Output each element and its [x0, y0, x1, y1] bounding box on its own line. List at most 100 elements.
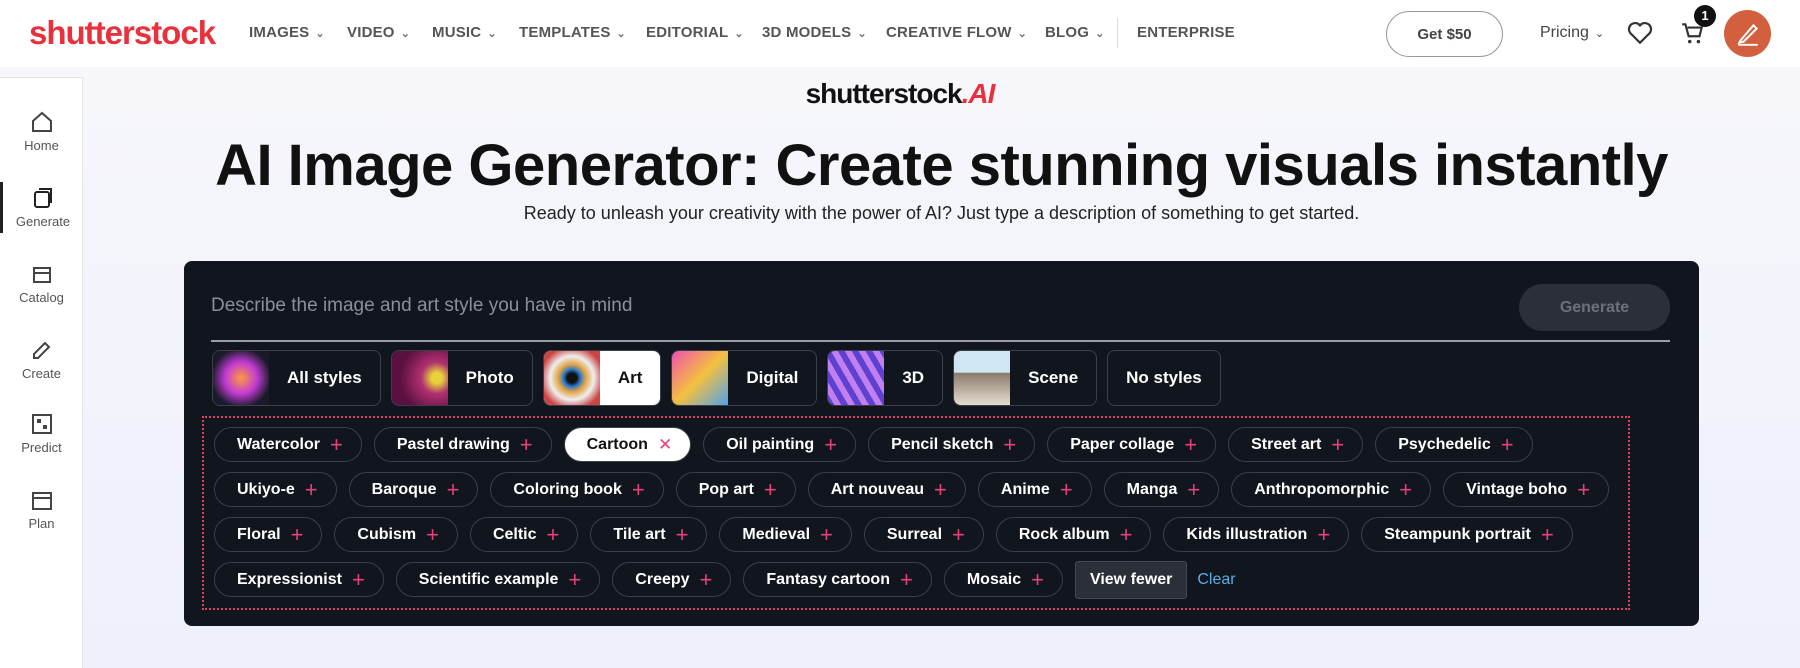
- plus-icon[interactable]: +: [1187, 477, 1200, 503]
- plus-icon[interactable]: +: [952, 522, 965, 548]
- pricing-menu[interactable]: Pricing ⌄: [1540, 24, 1604, 42]
- style-tag-chip[interactable]: Anime +: [977, 472, 1092, 507]
- get-50-button[interactable]: Get $50: [1386, 11, 1503, 57]
- nav-blog[interactable]: BLOG ⌄: [1045, 24, 1105, 41]
- style-tag-chip[interactable]: Floral +: [214, 517, 323, 552]
- nav-enterprise[interactable]: ENTERPRISE: [1137, 24, 1235, 41]
- plus-icon[interactable]: +: [632, 477, 645, 503]
- style-tag-chip[interactable]: Surreal +: [863, 517, 984, 552]
- prompt-input[interactable]: [211, 295, 1511, 317]
- user-avatar[interactable]: [1724, 10, 1771, 57]
- plus-icon[interactable]: +: [934, 477, 947, 503]
- close-icon[interactable]: ✕: [658, 435, 672, 455]
- style-tag-chip[interactable]: Ukiyo-e +: [214, 472, 337, 507]
- plus-icon[interactable]: +: [1031, 567, 1044, 593]
- sidebar-item-plan[interactable]: Plan: [0, 488, 83, 531]
- style-tag-chip[interactable]: Cubism +: [334, 517, 458, 552]
- sidebar-item-create[interactable]: Create: [0, 338, 83, 381]
- style-label: No styles: [1126, 368, 1202, 387]
- sidebar-item-predict[interactable]: Predict: [0, 412, 83, 455]
- chevron-down-icon: ⌄: [315, 28, 325, 40]
- plus-icon[interactable]: +: [568, 567, 581, 593]
- style-tag-chip[interactable]: Pencil sketch +: [868, 427, 1036, 462]
- plus-icon[interactable]: +: [1399, 477, 1412, 503]
- nav-music[interactable]: MUSIC ⌄: [432, 24, 497, 41]
- tag-label: Surreal: [886, 525, 943, 543]
- style-tag-chip[interactable]: Kids illustration +: [1163, 517, 1350, 552]
- plus-icon[interactable]: +: [520, 432, 533, 458]
- style-tag-chip[interactable]: Baroque +: [348, 472, 479, 507]
- clear-link[interactable]: Clear: [1197, 571, 1235, 589]
- sidebar-item-generate[interactable]: Generate: [0, 182, 83, 233]
- style-tag-chip[interactable]: Oil painting +: [703, 427, 857, 462]
- style-tag-chip[interactable]: Psychedelic +: [1375, 427, 1533, 462]
- style-card-scene[interactable]: Scene: [953, 350, 1098, 406]
- style-tag-chip[interactable]: Watercolor +: [214, 427, 362, 462]
- style-tag-chip[interactable]: Expressionist +: [214, 562, 384, 597]
- tag-label: Oil painting: [726, 435, 815, 453]
- nav-images[interactable]: IMAGES ⌄: [249, 24, 325, 41]
- plus-icon[interactable]: +: [352, 567, 365, 593]
- plus-icon[interactable]: +: [291, 522, 304, 548]
- style-card-art[interactable]: Art: [542, 350, 662, 406]
- plus-icon[interactable]: +: [824, 432, 837, 458]
- style-tag-chip[interactable]: Cartoon ✕: [563, 427, 692, 462]
- style-tag-chip[interactable]: Paper collage +: [1047, 427, 1217, 462]
- sidebar-item-home[interactable]: Home: [0, 110, 83, 153]
- style-card-no-styles[interactable]: No styles: [1107, 350, 1221, 406]
- sidebar-item-catalog[interactable]: Catalog: [0, 262, 83, 305]
- plus-icon[interactable]: +: [1331, 432, 1344, 458]
- style-tag-chip[interactable]: Mosaic +: [943, 562, 1063, 597]
- plus-icon[interactable]: +: [1577, 477, 1590, 503]
- tag-label: Ukiyo-e: [237, 480, 295, 498]
- style-card-3d[interactable]: 3D: [827, 350, 944, 406]
- view-fewer-button[interactable]: View fewer: [1074, 560, 1188, 599]
- style-tag-chip[interactable]: Anthropomorphic +: [1231, 472, 1432, 507]
- plus-icon[interactable]: +: [1541, 522, 1554, 548]
- style-tag-chip[interactable]: Fantasy cartoon +: [743, 562, 932, 597]
- plus-icon[interactable]: +: [700, 567, 713, 593]
- nav-creative-flow[interactable]: CREATIVE FLOW ⌄: [886, 24, 1027, 41]
- plus-icon[interactable]: +: [1184, 432, 1197, 458]
- style-tag-chip[interactable]: Rock album +: [995, 517, 1152, 552]
- plus-icon[interactable]: +: [1003, 432, 1016, 458]
- plus-icon[interactable]: +: [1060, 477, 1073, 503]
- style-tag-chip[interactable]: Tile art +: [590, 517, 708, 552]
- plus-icon[interactable]: +: [426, 522, 439, 548]
- generate-button[interactable]: Generate: [1519, 284, 1670, 331]
- style-tag-chip[interactable]: Creepy +: [612, 562, 732, 597]
- style-label: Photo: [465, 368, 514, 387]
- heart-icon[interactable]: [1627, 21, 1653, 45]
- plus-icon[interactable]: +: [1501, 432, 1514, 458]
- style-card-all-styles[interactable]: All styles: [212, 350, 381, 406]
- plus-icon[interactable]: +: [820, 522, 833, 548]
- style-tag-chip[interactable]: Vintage boho +: [1443, 472, 1610, 507]
- nav-editorial[interactable]: EDITORIAL ⌄: [646, 24, 744, 41]
- plus-icon[interactable]: +: [447, 477, 460, 503]
- style-tag-chip[interactable]: Steampunk portrait +: [1361, 517, 1573, 552]
- style-card-photo[interactable]: Photo: [390, 350, 533, 406]
- plus-icon[interactable]: +: [547, 522, 560, 548]
- plus-icon[interactable]: +: [1317, 522, 1330, 548]
- plus-icon[interactable]: +: [330, 432, 343, 458]
- style-tag-chip[interactable]: Manga +: [1103, 472, 1220, 507]
- style-tag-chip[interactable]: Coloring book +: [490, 472, 664, 507]
- nav-templates[interactable]: TEMPLATES ⌄: [519, 24, 626, 41]
- style-tag-chip[interactable]: Art nouveau +: [807, 472, 966, 507]
- plus-icon[interactable]: +: [1120, 522, 1133, 548]
- style-card-digital[interactable]: Digital: [671, 350, 818, 406]
- plus-icon[interactable]: +: [305, 477, 318, 503]
- style-tag-chip[interactable]: Pop art +: [675, 472, 796, 507]
- nav-video[interactable]: VIDEO ⌄: [347, 24, 410, 41]
- page-title: AI Image Generator: Create stunning visu…: [215, 133, 1668, 198]
- style-tag-chip[interactable]: Street art +: [1228, 427, 1364, 462]
- shutterstock-logo[interactable]: shutterstock: [29, 14, 216, 52]
- style-tag-chip[interactable]: Celtic +: [469, 517, 579, 552]
- plus-icon[interactable]: +: [676, 522, 689, 548]
- style-tag-chip[interactable]: Medieval +: [719, 517, 852, 552]
- nav-3d-models[interactable]: 3D MODELS ⌄: [762, 24, 867, 41]
- plus-icon[interactable]: +: [764, 477, 777, 503]
- plus-icon[interactable]: +: [900, 567, 913, 593]
- style-tag-chip[interactable]: Pastel drawing +: [373, 427, 552, 462]
- style-tag-chip[interactable]: Scientific example +: [395, 562, 601, 597]
